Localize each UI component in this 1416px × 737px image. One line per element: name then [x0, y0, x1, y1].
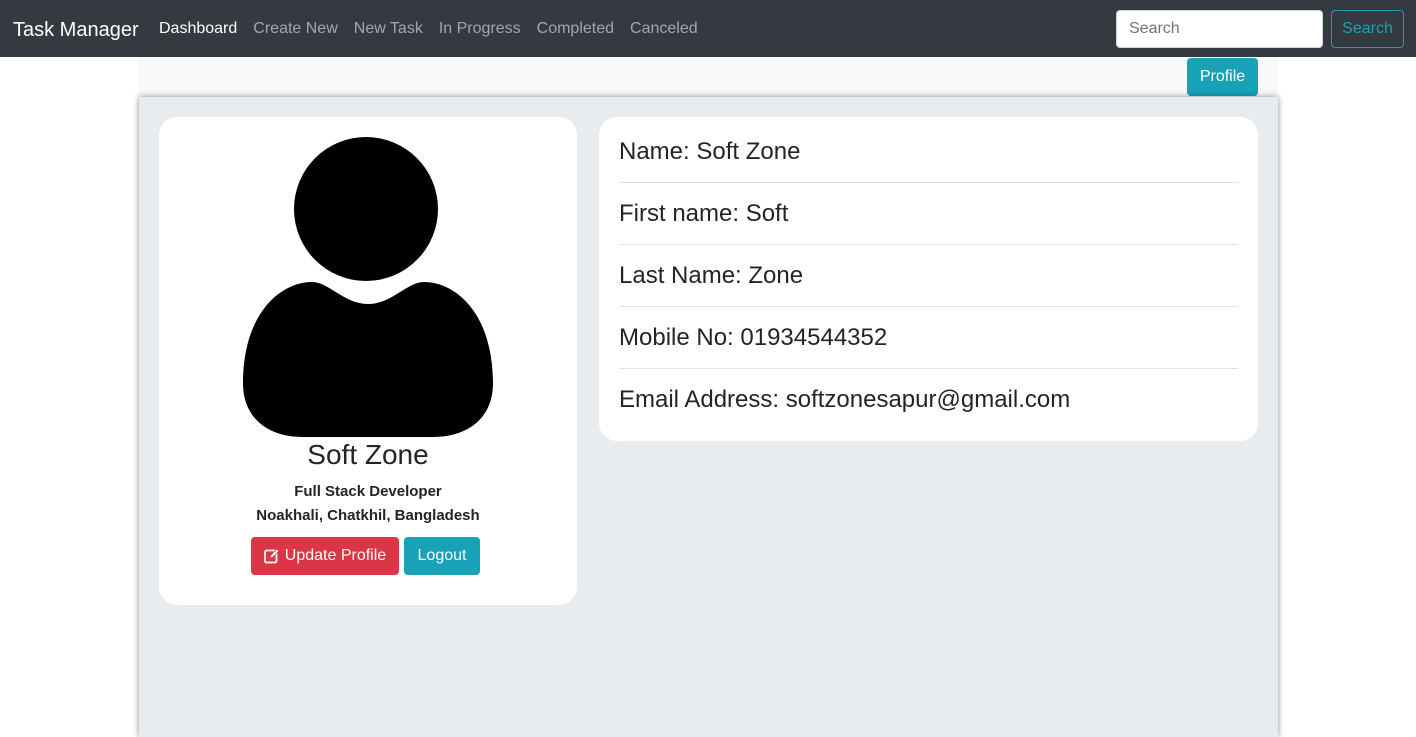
detail-name: Name: Soft Zone — [619, 117, 1238, 183]
search-button[interactable]: Search — [1331, 10, 1404, 48]
update-profile-button[interactable]: Update Profile — [251, 537, 399, 575]
nav-create-new[interactable]: Create New — [245, 18, 345, 40]
detail-email: Email Address: softzonesapur@gmail.com — [619, 386, 1071, 413]
sub-bar — [138, 57, 1278, 97]
navbar: Task Manager Dashboard Create New New Ta… — [0, 0, 1416, 57]
user-silhouette-icon — [242, 137, 494, 437]
profile-location: Noakhali, Chatkhil, Bangladesh — [256, 507, 480, 524]
search-input[interactable] — [1116, 10, 1323, 48]
details-card: Name: Soft Zone First name: Soft Last Na… — [599, 117, 1258, 441]
nav-completed[interactable]: Completed — [529, 18, 622, 40]
nav-links: Dashboard Create New New Task In Progres… — [151, 18, 706, 40]
nav-new-task[interactable]: New Task — [346, 18, 431, 40]
detail-mobile: Mobile No: 01934544352 — [619, 307, 1238, 369]
update-profile-label: Update Profile — [284, 547, 387, 564]
nav-dashboard[interactable]: Dashboard — [151, 18, 245, 40]
logout-button[interactable]: Logout — [404, 537, 480, 575]
edit-icon — [263, 548, 280, 564]
detail-first-name: First name: Soft — [619, 183, 1238, 245]
nav-in-progress[interactable]: In Progress — [431, 18, 529, 40]
profile-role: Full Stack Developer — [294, 483, 442, 500]
brand[interactable]: Task Manager — [13, 17, 139, 43]
nav-canceled[interactable]: Canceled — [622, 18, 706, 40]
profile-name: Soft Zone — [307, 439, 429, 470]
profile-button[interactable]: Profile — [1187, 58, 1258, 96]
detail-last-name: Last Name: Zone — [619, 245, 1238, 307]
